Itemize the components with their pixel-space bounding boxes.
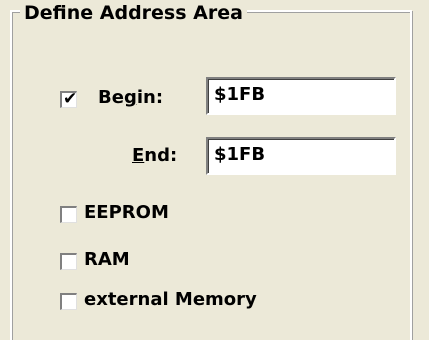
end-label-post: nd:: [144, 145, 178, 166]
eeprom-checkbox[interactable]: [60, 206, 77, 223]
end-label: End:: [132, 145, 177, 167]
begin-input[interactable]: $1FB: [206, 77, 396, 115]
end-value: $1FB: [214, 144, 266, 165]
external-memory-label: external Memory: [84, 289, 257, 310]
ram-label: RAM: [84, 249, 130, 270]
eeprom-label: EEPROM: [84, 202, 169, 223]
begin-label-post: in:: [136, 87, 164, 108]
begin-label: Begin:: [98, 87, 163, 109]
end-input[interactable]: $1FB: [206, 137, 396, 175]
check-mark-icon: ✔: [63, 89, 78, 109]
begin-checkbox[interactable]: ✔: [60, 89, 78, 109]
ram-checkbox[interactable]: [60, 253, 77, 270]
begin-label-pre: Be: [98, 87, 124, 108]
external-memory-checkbox[interactable]: [60, 293, 77, 310]
dialog-panel: Define Address Area ✔ Begin: $1FB End: $…: [0, 0, 429, 340]
begin-label-accesskey: g: [123, 87, 137, 108]
end-label-accesskey: E: [132, 145, 145, 166]
begin-value: $1FB: [214, 84, 266, 105]
group-title: Define Address Area: [20, 0, 247, 26]
